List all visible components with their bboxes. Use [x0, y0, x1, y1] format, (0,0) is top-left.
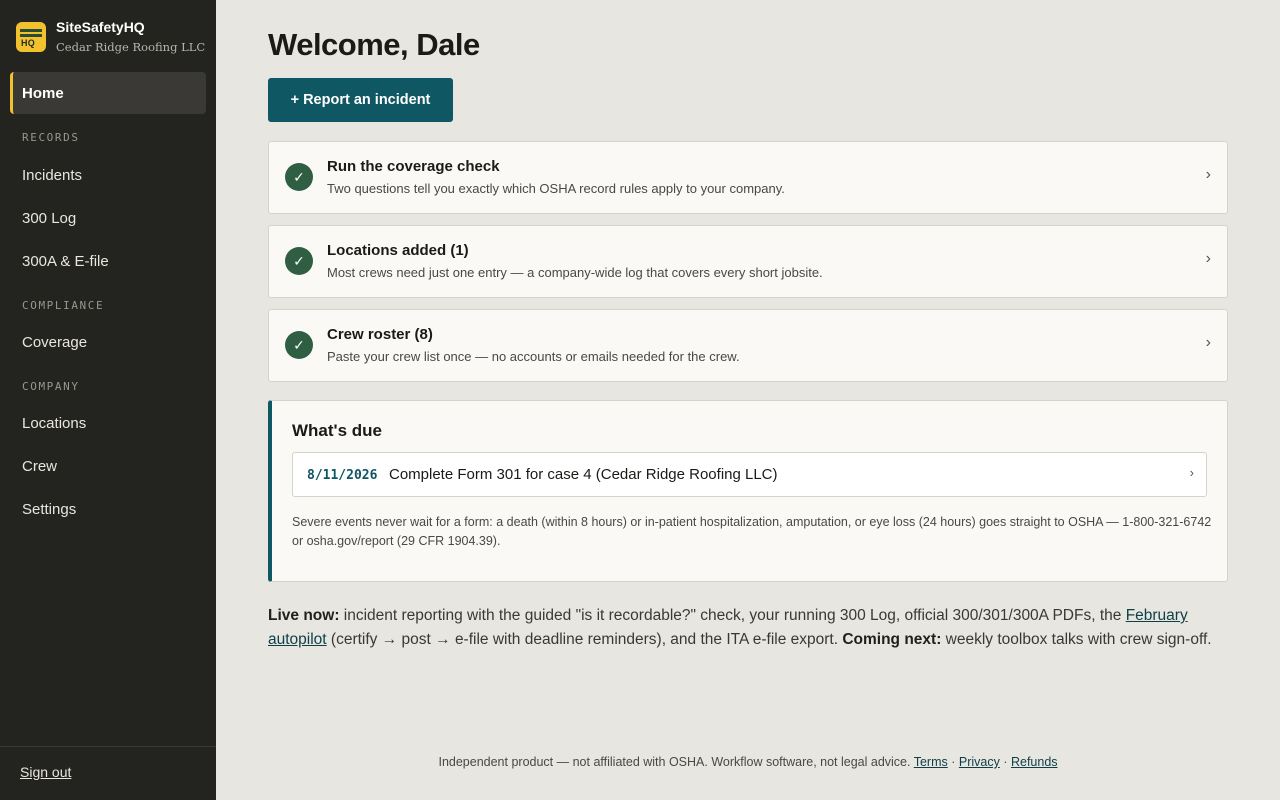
- step-coverage-check[interactable]: ✓ Run the coverage check Two questions t…: [268, 141, 1228, 214]
- nav-section-compliance: COMPLIANCE: [22, 299, 105, 312]
- sidebar-item-label: Locations: [22, 414, 87, 432]
- brand[interactable]: HQ SiteSafetyHQ Cedar Ridge Roofing LLC: [16, 19, 205, 54]
- step-title: Locations added (1): [327, 242, 469, 259]
- step-title: Run the coverage check: [327, 158, 500, 175]
- step-locations[interactable]: ✓ Locations added (1) Most crews need ju…: [268, 225, 1228, 298]
- chevron-right-icon: ›: [1205, 166, 1211, 183]
- due-date: 8/11/2026: [307, 468, 378, 483]
- step-description: Paste your crew list once — no accounts …: [327, 349, 740, 364]
- footer: Independent product — not affiliated wit…: [216, 755, 1280, 769]
- chevron-right-icon: ›: [1205, 334, 1211, 351]
- nav-section-company: COMPANY: [22, 380, 80, 393]
- live-now-label: Live now:: [268, 607, 340, 624]
- live-text: (certify → post → e-file with deadline r…: [326, 631, 843, 648]
- sidebar-item-label: 300A & E-file: [22, 252, 109, 270]
- due-item[interactable]: 8/11/2026 Complete Form 301 for case 4 (…: [292, 452, 1207, 497]
- step-description: Two questions tell you exactly which OSH…: [327, 181, 785, 196]
- sidebar-item-label: Settings: [22, 500, 77, 518]
- whats-due-title: What's due: [292, 421, 382, 440]
- logo-icon: HQ: [16, 22, 46, 52]
- live-text: weekly toolbox talks with crew sign-off.: [941, 631, 1212, 648]
- app-name: SiteSafetyHQ: [56, 19, 145, 35]
- coming-next-label: Coming next:: [842, 631, 942, 648]
- live-now-text: Live now: incident reporting with the gu…: [268, 604, 1228, 652]
- due-text: Complete Form 301 for case 4 (Cedar Ridg…: [389, 466, 778, 483]
- sidebar-item-coverage[interactable]: Coverage: [10, 321, 206, 363]
- footer-text: Independent product — not affiliated wit…: [438, 755, 914, 769]
- chevron-right-icon: ›: [1189, 465, 1194, 480]
- main-content: Welcome, Dale + Report an incident ✓ Run…: [216, 0, 1280, 800]
- sidebar-item-locations[interactable]: Locations: [10, 402, 206, 444]
- severe-events-note: Severe events never wait for a form: a d…: [292, 515, 1212, 548]
- whats-due-panel: What's due 8/11/2026 Complete Form 301 f…: [268, 400, 1228, 582]
- sidebar-item-settings[interactable]: Settings: [10, 488, 206, 530]
- check-icon: ✓: [285, 163, 313, 191]
- check-icon: ✓: [285, 247, 313, 275]
- sidebar-item-300-log[interactable]: 300 Log: [10, 197, 206, 239]
- sidebar-item-label: Incidents: [22, 166, 83, 184]
- company-name: Cedar Ridge Roofing LLC: [56, 40, 206, 54]
- logo-text: HQ: [21, 38, 35, 48]
- refunds-link[interactable]: Refunds: [1011, 755, 1058, 769]
- nav-section-records: RECORDS: [22, 131, 80, 144]
- sidebar-item-incidents[interactable]: Incidents: [10, 154, 206, 196]
- sidebar-item-label: Home: [22, 84, 64, 102]
- step-title: Crew roster (8): [327, 326, 433, 343]
- sidebar-item-home[interactable]: Home: [10, 72, 206, 114]
- terms-link[interactable]: Terms: [914, 755, 948, 769]
- live-text: incident reporting with the guided "is i…: [339, 607, 1126, 624]
- footer-separator: ·: [999, 755, 1011, 769]
- sidebar-footer: Sign out: [0, 746, 216, 800]
- sidebar-item-300a-efile[interactable]: 300A & E-file: [10, 240, 206, 282]
- chevron-right-icon: ›: [1205, 250, 1211, 267]
- sidebar-item-crew[interactable]: Crew: [10, 445, 206, 487]
- sign-out-link[interactable]: Sign out: [20, 764, 71, 780]
- step-description: Most crews need just one entry — a compa…: [327, 265, 823, 280]
- report-incident-button[interactable]: + Report an incident: [268, 78, 453, 122]
- sidebar-item-label: Crew: [22, 457, 58, 475]
- step-crew-roster[interactable]: ✓ Crew roster (8) Paste your crew list o…: [268, 309, 1228, 382]
- check-icon: ✓: [285, 331, 313, 359]
- page-title: Welcome, Dale: [268, 27, 480, 62]
- sidebar: HQ SiteSafetyHQ Cedar Ridge Roofing LLC …: [0, 0, 216, 800]
- sidebar-item-label: 300 Log: [22, 209, 77, 227]
- privacy-link[interactable]: Privacy: [959, 755, 1000, 769]
- footer-separator: ·: [947, 755, 959, 769]
- sidebar-item-label: Coverage: [22, 333, 88, 351]
